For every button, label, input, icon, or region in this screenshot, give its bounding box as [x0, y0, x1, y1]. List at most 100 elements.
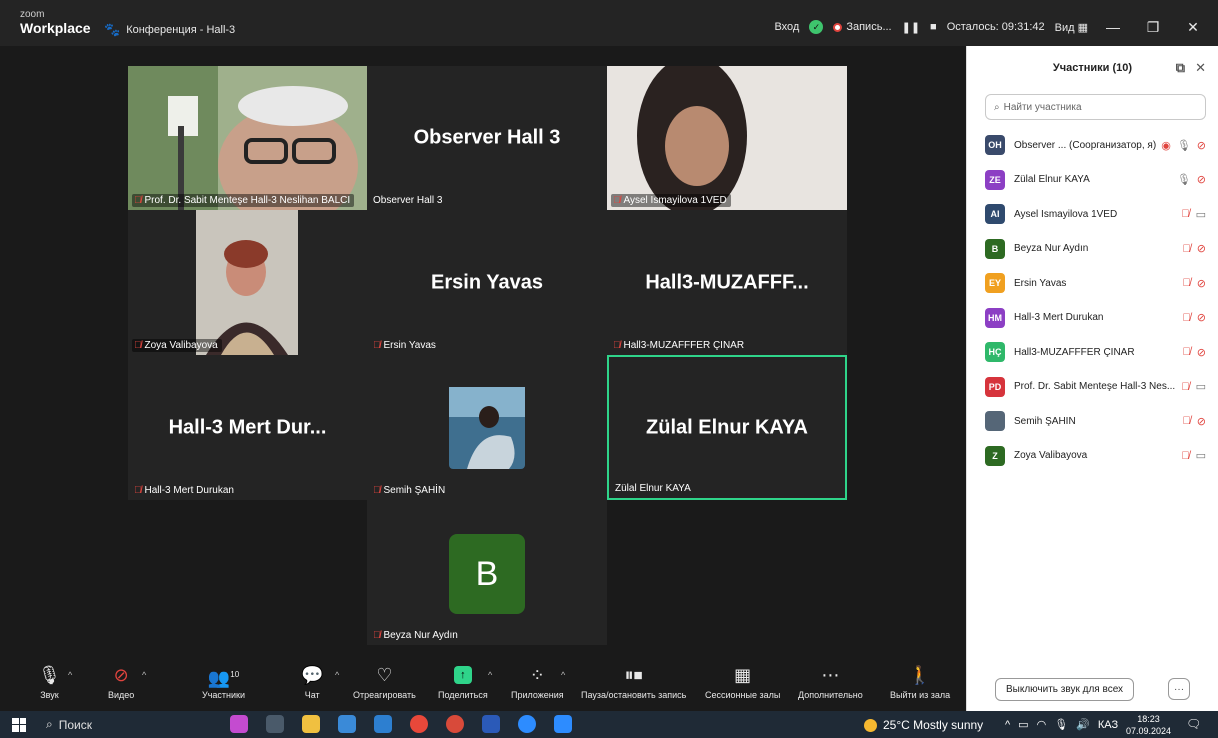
participant-row[interactable]: ZE Zülal Elnur KAYA 🎙 ⊘: [967, 163, 1218, 198]
more-options-button[interactable]: ···: [1168, 678, 1191, 700]
chevron-up-icon[interactable]: ^: [142, 670, 146, 680]
camera-off-icon[interactable]: ⊘: [1197, 173, 1206, 186]
mic-off-icon[interactable]: 🎙̸: [1183, 346, 1191, 358]
maximize-icon[interactable]: ❐: [1138, 19, 1168, 36]
participant-row[interactable]: HM Hall-3 Mert Durukan 🎙̸ ⊘: [967, 301, 1218, 336]
windows-start-icon[interactable]: [12, 717, 26, 732]
participant-row[interactable]: EY Ersin Yavas 🎙̸ ⊘: [967, 266, 1218, 301]
microphone-icon[interactable]: 🎙: [1177, 173, 1191, 186]
chevron-up-icon[interactable]: ^: [68, 670, 72, 680]
view-button[interactable]: Вид ▦: [1055, 21, 1088, 34]
react-button[interactable]: ♡ Отреагировать: [353, 664, 416, 700]
audio-button[interactable]: 🎙 ^ Звук: [38, 664, 72, 700]
camera-icon[interactable]: ▭: [1196, 208, 1206, 221]
notification-icon[interactable]: 🗨: [1186, 717, 1201, 731]
video-tile[interactable]: 🎙̸ Semih ŞAHİN: [367, 355, 607, 500]
video-tile[interactable]: 🎙̸ Prof. Dr. Sabit Menteşe Hall-3 Nesliha…: [128, 66, 367, 210]
participant-row[interactable]: PD Prof. Dr. Sabit Menteşe Hall-3 Nes... 🎙…: [967, 370, 1218, 405]
microphone-icon[interactable]: 🎙: [1054, 718, 1068, 731]
camera-off-icon[interactable]: ⊘: [1197, 311, 1206, 324]
volume-icon[interactable]: 🔊: [1076, 718, 1090, 731]
participant-row[interactable]: HÇ Hall3-MUZAFFFER ÇINAR 🎙̸ ⊘: [967, 335, 1218, 370]
close-icon[interactable]: ✕: [1178, 19, 1208, 36]
video-tile[interactable]: Observer Hall 3 Observer Hall 3: [367, 66, 607, 210]
taskbar-search[interactable]: ⌕ Поиск: [46, 717, 156, 732]
mic-off-icon[interactable]: 🎙̸: [1183, 312, 1191, 324]
login-button[interactable]: Вход: [774, 21, 799, 33]
camera-off-icon[interactable]: ⊘: [1197, 139, 1206, 152]
participants-button[interactable]: 👥10 Участники: [202, 664, 245, 700]
participant-status-icons: 🎙̸ ⊘: [1183, 242, 1206, 256]
recording-indicator[interactable]: Запись...: [833, 21, 892, 33]
minimize-icon[interactable]: —: [1098, 19, 1128, 35]
tile-label: 🎙̸ Aysel Ismayilova 1VED: [611, 194, 731, 207]
participant-search-input[interactable]: ⌕ Найти участника: [985, 94, 1206, 120]
breakout-rooms-button[interactable]: ▦ Сессионные залы: [705, 664, 780, 700]
wifi-icon[interactable]: ◠: [1037, 718, 1047, 731]
leave-room-button[interactable]: 🚶 Выйти из зала: [890, 664, 950, 700]
mic-off-icon[interactable]: 🎙̸: [1181, 208, 1189, 220]
participant-list: OH Observer ... (Соорганизатор, я) ◉ 🎙 ⊘ ZE Zü…: [967, 128, 1218, 473]
mic-off-icon[interactable]: 🎙̸: [1183, 277, 1191, 289]
share-button[interactable]: ↑ ^ Поделиться: [438, 664, 492, 700]
apps-button[interactable]: ⁘ ^ Приложения: [511, 664, 565, 700]
mute-all-button[interactable]: Выключить звук для всех: [994, 677, 1135, 701]
clock[interactable]: 18:23 07.09.2024: [1126, 713, 1171, 737]
chevron-up-icon[interactable]: ^: [488, 670, 492, 680]
camera-off-icon[interactable]: ⊘: [1197, 415, 1206, 428]
video-tile[interactable]: Ersin Yavas 🎙̸ Ersin Yavas: [367, 210, 607, 355]
more-icon: ⋯: [821, 665, 840, 685]
tile-label: 🎙̸ Zoya Valibayova: [132, 339, 222, 352]
file-explorer-icon[interactable]: [302, 715, 320, 733]
video-tile[interactable]: B 🎙̸ Beyza Nur Aydın: [367, 500, 607, 645]
tile-label: 🎙̸ Hall3-MUZAFFFER ÇINAR: [613, 340, 745, 351]
camera-off-icon[interactable]: ⊘: [1197, 346, 1206, 359]
video-button[interactable]: ⊘ ^ Видео: [108, 664, 146, 700]
zoom-active-icon[interactable]: [554, 715, 572, 733]
participant-row[interactable]: Z Zoya Valibayova 🎙̸ ▭: [967, 439, 1218, 474]
security-shield-icon[interactable]: ✓: [809, 20, 824, 34]
chrome-icon[interactable]: [410, 715, 428, 733]
mic-off-icon[interactable]: 🎙̸: [1181, 381, 1189, 393]
mail-icon[interactable]: [374, 715, 392, 733]
participant-avatar: HÇ: [985, 342, 1005, 363]
close-panel-icon[interactable]: ✕: [1195, 60, 1206, 76]
camera-icon[interactable]: ▭: [1196, 380, 1206, 393]
camera-icon[interactable]: ▭: [1196, 449, 1206, 462]
task-view-icon[interactable]: [266, 715, 284, 733]
video-tile[interactable]: 🎙̸ Aysel Ismayilova 1VED: [607, 66, 847, 210]
language-indicator[interactable]: КАЗ: [1098, 719, 1118, 731]
chevron-up-icon[interactable]: ^: [561, 670, 565, 680]
active-speaker-tile[interactable]: Zülal Elnur KAYA Zülal Elnur KAYA: [607, 355, 847, 500]
participant-row[interactable]: Semih ŞAHİN 🎙̸ ⊘: [967, 404, 1218, 439]
camera-off-icon[interactable]: ⊘: [1197, 277, 1206, 290]
video-tile[interactable]: 🎙̸ Zoya Valibayova: [128, 210, 367, 355]
chevron-up-icon[interactable]: ^: [1005, 719, 1010, 731]
popout-icon[interactable]: ⧉: [1176, 60, 1185, 76]
pause-record-icon[interactable]: ❚❚: [902, 21, 920, 34]
video-tile[interactable]: Hall-3 Mert Dur... 🎙̸ Hall-3 Mert Durukan: [128, 355, 367, 500]
more-button[interactable]: ⋯ Дополнительно: [798, 664, 863, 700]
store-icon[interactable]: [338, 715, 356, 733]
participant-row[interactable]: B Beyza Nur Aydın 🎙̸ ⊘: [967, 232, 1218, 267]
chevron-up-icon[interactable]: ^: [335, 670, 339, 680]
participant-row[interactable]: AI Aysel Ismayilova 1VED 🎙̸ ▭: [967, 197, 1218, 232]
battery-icon[interactable]: ▭: [1018, 718, 1028, 731]
pause-stop-icon: ⏸⏹: [624, 665, 643, 685]
weather-widget[interactable]: 25°C Mostly sunny: [864, 718, 983, 732]
chat-button[interactable]: 💬 ^ Чат: [301, 664, 339, 700]
recording-icon[interactable]: ◉: [1161, 139, 1171, 152]
stop-record-icon[interactable]: ■: [930, 21, 937, 33]
pause-stop-record-button[interactable]: ⏸⏹ Пауза/остановить запись: [581, 664, 686, 700]
word-icon[interactable]: [482, 715, 500, 733]
participant-row[interactable]: OH Observer ... (Соорганизатор, я) ◉ 🎙 ⊘: [967, 128, 1218, 163]
zoom-icon[interactable]: [518, 715, 536, 733]
microphone-icon[interactable]: 🎙: [1177, 139, 1191, 152]
video-tile[interactable]: Hall3-MUZAFFF... 🎙̸ Hall3-MUZAFFFER ÇINAR: [607, 210, 847, 355]
mic-off-icon[interactable]: 🎙̸: [1183, 243, 1191, 255]
mic-off-icon[interactable]: 🎙̸: [1181, 450, 1189, 462]
mic-off-icon[interactable]: 🎙̸: [1183, 415, 1191, 427]
camera-off-icon[interactable]: ⊘: [1197, 242, 1206, 255]
chrome-profile-icon[interactable]: [446, 715, 464, 733]
hummingbird-widget-icon[interactable]: [230, 715, 248, 733]
